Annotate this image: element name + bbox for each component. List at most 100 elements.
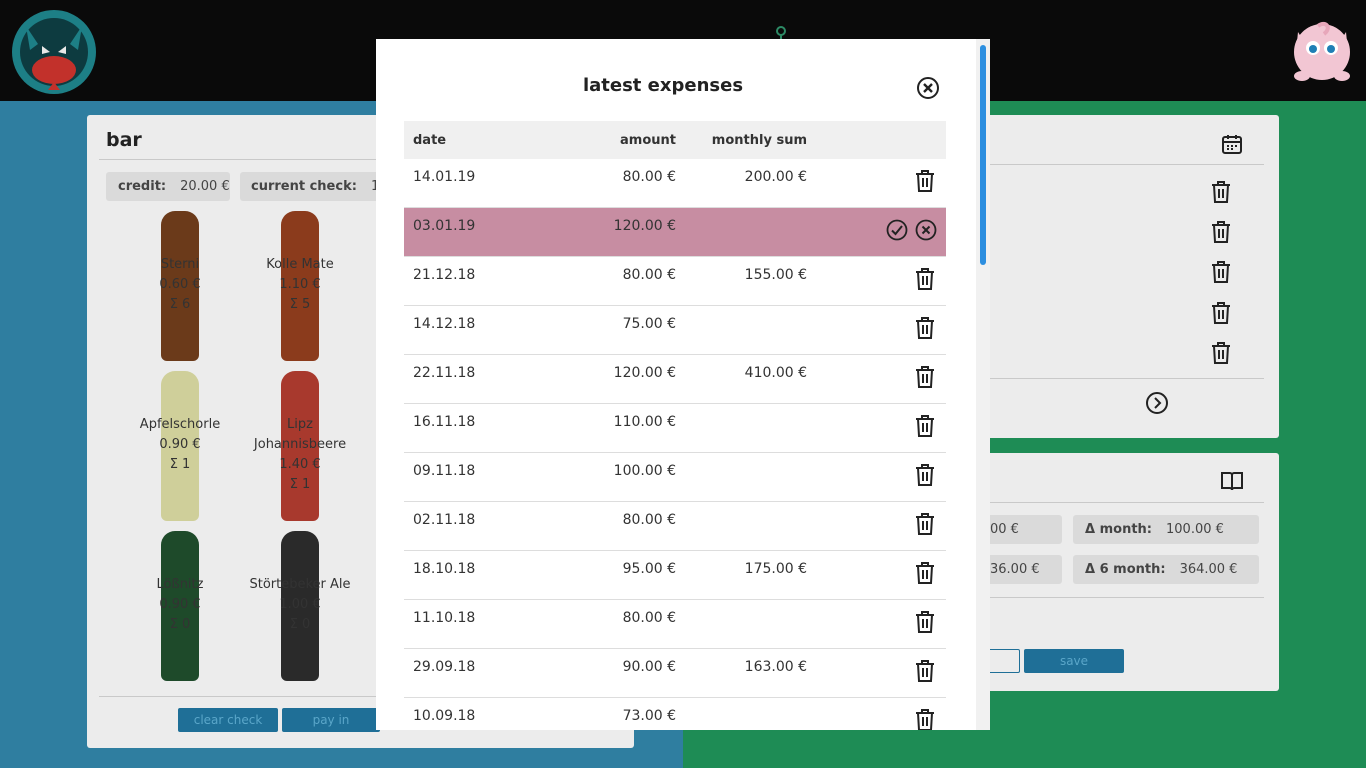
- chevron-right-circle-icon[interactable]: [1145, 391, 1169, 415]
- drink-count: Σ 0: [289, 617, 311, 632]
- trash-icon[interactable]: [1210, 180, 1234, 204]
- book-icon[interactable]: [1220, 469, 1244, 493]
- delta-6-month-value: 364.00 €: [1179, 562, 1238, 577]
- row-date: 09.11.18: [413, 463, 476, 479]
- expenses-table: date amount monthly sum 14.01.19 80.00 €…: [404, 121, 946, 730]
- drink-price: 1.40 €: [279, 457, 321, 472]
- row-amount: 80.00 €: [622, 512, 676, 528]
- row-monthly-sum: 175.00 €: [744, 561, 807, 577]
- stats-chip: 00 €: [980, 515, 1062, 544]
- trash-icon[interactable]: [914, 463, 936, 486]
- row-amount: 120.00 €: [613, 365, 676, 381]
- divider: [980, 597, 1264, 598]
- column-monthly-sum: monthly sum: [711, 133, 807, 148]
- save-button[interactable]: save: [1024, 649, 1124, 673]
- scrollbar-thumb[interactable]: [980, 45, 986, 265]
- table-row: 10.09.18 73.00 €: [404, 698, 946, 730]
- confirm-icon[interactable]: [886, 219, 908, 241]
- row-amount: 100.00 €: [613, 463, 676, 479]
- drink-name: Lößnitz: [156, 577, 204, 592]
- table-row: 02.11.18 80.00 €: [404, 502, 946, 551]
- history-panel: [980, 115, 1279, 438]
- table-row: 22.11.18 120.00 € 410.00 €: [404, 355, 946, 404]
- table-row: 18.10.18 95.00 € 175.00 €: [404, 551, 946, 600]
- row-amount: 80.00 €: [622, 610, 676, 626]
- drink-price: 1.00 €: [279, 597, 321, 612]
- drink-item[interactable]: Sterni 0.60 € Σ 6: [120, 211, 240, 363]
- trash-icon[interactable]: [914, 267, 936, 290]
- drink-count: Σ 0: [169, 617, 191, 632]
- modal-scrollbar[interactable]: [976, 39, 990, 730]
- credit-chip: credit: 20.00 €: [106, 172, 230, 201]
- divider: [980, 164, 1264, 165]
- column-amount: amount: [620, 133, 676, 148]
- row-amount: 90.00 €: [622, 659, 676, 675]
- cancel-icon[interactable]: [915, 219, 937, 241]
- trash-icon[interactable]: [914, 169, 936, 192]
- latest-expenses-modal: latest expenses date amount monthly sum …: [376, 39, 990, 730]
- calendar-icon[interactable]: [1220, 132, 1244, 156]
- drink-count: Σ 5: [289, 297, 311, 312]
- credit-label: credit:: [118, 179, 167, 194]
- row-date: 18.10.18: [413, 561, 476, 577]
- table-row: 11.10.18 80.00 €: [404, 600, 946, 649]
- row-monthly-sum: 200.00 €: [744, 169, 807, 185]
- row-amount: 110.00 €: [613, 414, 676, 430]
- cat-logo[interactable]: [8, 6, 100, 96]
- table-row: 14.12.18 75.00 €: [404, 306, 946, 355]
- trash-icon[interactable]: [914, 659, 936, 682]
- delta-month-value: 100.00 €: [1166, 522, 1224, 537]
- divider: [980, 378, 1264, 379]
- column-date: date: [413, 133, 447, 148]
- row-amount: 73.00 €: [622, 708, 676, 724]
- row-amount: 80.00 €: [622, 267, 676, 283]
- drink-item[interactable]: Kolle Mate 1.10 € Σ 5: [240, 211, 360, 363]
- stats-chip-value: 00 €: [990, 522, 1019, 537]
- modal-title: latest expenses: [582, 75, 744, 96]
- drink-count: Σ 6: [169, 297, 191, 312]
- current-check-chip: current check: 17.1: [240, 172, 380, 201]
- row-date: 11.10.18: [413, 610, 476, 626]
- avatar[interactable]: [1282, 12, 1362, 84]
- row-amount: 75.00 €: [622, 316, 676, 332]
- trash-icon[interactable]: [1210, 260, 1234, 284]
- row-date: 10.09.18: [413, 708, 476, 724]
- credit-value: 20.00 €: [180, 179, 230, 194]
- drink-item[interactable]: Störtebeker Ale 1.00 € Σ 0: [240, 531, 360, 683]
- trash-icon[interactable]: [914, 365, 936, 388]
- row-date: 21.12.18: [413, 267, 476, 283]
- trash-icon[interactable]: [1210, 341, 1234, 365]
- trash-icon[interactable]: [914, 610, 936, 633]
- drink-name: Lipz Johannisbeere: [253, 417, 347, 452]
- row-monthly-sum: 155.00 €: [744, 267, 807, 283]
- trash-icon[interactable]: [1210, 301, 1234, 325]
- delta-6-month-chip: Δ 6 month: 364.00 €: [1073, 555, 1259, 584]
- trash-icon[interactable]: [1210, 220, 1234, 244]
- table-row: 09.11.18 100.00 €: [404, 453, 946, 502]
- current-check-label: current check:: [251, 179, 357, 194]
- drink-item[interactable]: Lößnitz 0.90 € Σ 0: [120, 531, 240, 683]
- close-icon[interactable]: [916, 76, 940, 100]
- pay-in-button[interactable]: pay in: [282, 708, 380, 732]
- table-row: 14.01.19 80.00 € 200.00 €: [404, 159, 946, 208]
- divider: [980, 502, 1264, 503]
- drink-price: 0.90 €: [159, 597, 201, 612]
- row-date: 03.01.19: [413, 218, 476, 234]
- drink-price: 0.90 €: [159, 437, 201, 452]
- drink-item[interactable]: Apfelschorle 0.90 € Σ 1: [120, 371, 240, 523]
- drink-name: Kolle Mate: [266, 257, 334, 272]
- clear-check-button[interactable]: clear check: [178, 708, 278, 732]
- delta-6-month-label: Δ 6 month:: [1085, 562, 1166, 577]
- row-date: 29.09.18: [413, 659, 476, 675]
- trash-icon[interactable]: [914, 512, 936, 535]
- row-amount: 95.00 €: [622, 561, 676, 577]
- trash-icon[interactable]: [914, 316, 936, 339]
- row-date: 14.01.19: [413, 169, 476, 185]
- trash-icon[interactable]: [914, 414, 936, 437]
- trash-icon[interactable]: [914, 561, 936, 584]
- trash-icon[interactable]: [914, 708, 936, 730]
- row-date: 02.11.18: [413, 512, 476, 528]
- table-row: 21.12.18 80.00 € 155.00 €: [404, 257, 946, 306]
- drink-item[interactable]: Lipz Johannisbeere 1.40 € Σ 1: [240, 371, 360, 523]
- drink-count: Σ 1: [289, 477, 311, 492]
